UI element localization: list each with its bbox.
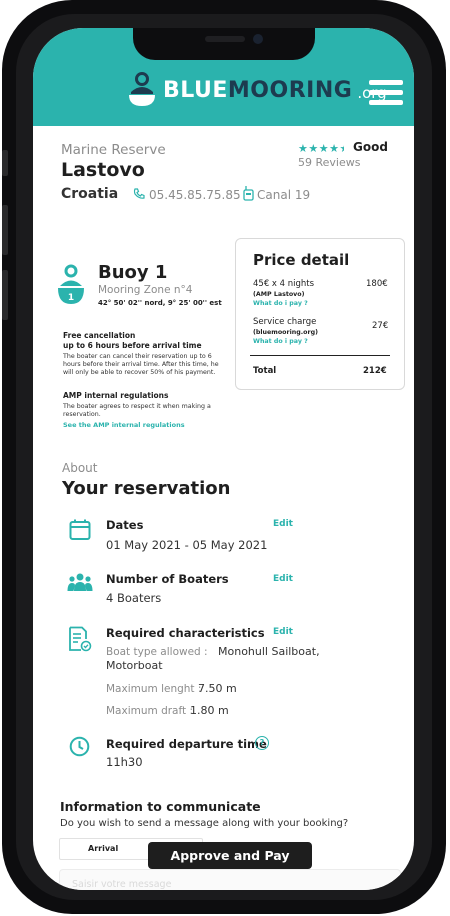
boat-type-label: Boat type allowed : [106, 646, 208, 658]
info-title: Information to communicate [60, 799, 261, 814]
price-line2-help-link[interactable]: What do i pay ? [253, 338, 308, 345]
max-length-value: 7.50 m [198, 682, 237, 695]
price-detail-card: Price detail 45€ x 4 nights (AMP Lastovo… [235, 238, 405, 390]
buoy-logo-icon [129, 72, 155, 106]
rating-stars: ★★★★★ [298, 142, 344, 155]
approve-and-pay-button[interactable]: Approve and Pay [148, 842, 312, 869]
price-line1-help-link[interactable]: What do i pay ? [253, 300, 308, 307]
buoy-coordinates: 42° 50' 02'' nord, 9° 25' 00'' est [98, 299, 222, 307]
reserve-category: Marine Reserve [61, 142, 166, 158]
cancellation-title-1: Free cancellation [63, 331, 136, 340]
canal-info: Canal 19 [243, 186, 310, 202]
volume-up-button [2, 205, 8, 255]
logo-wordmark: BLUEMOORING [163, 77, 353, 103]
departure-help-icon[interactable]: ? [255, 736, 269, 750]
group-icon [67, 573, 93, 591]
phone-link[interactable]: 05.45.85.75.85 [133, 188, 241, 202]
dates-label: Dates [106, 518, 144, 532]
characteristics-label: Required characteristics [106, 626, 265, 640]
notch [133, 28, 315, 60]
amp-text-2: reservation. [63, 411, 101, 418]
price-title: Price detail [253, 251, 350, 269]
speaker [205, 36, 245, 42]
buoy-number: 1 [68, 293, 74, 303]
buoy-title: Buoy 1 [98, 262, 168, 283]
dates-value: 01 May 2021 - 05 May 2021 [106, 538, 268, 552]
price-divider [250, 355, 390, 356]
max-draft-value: 1.80 m [190, 704, 229, 717]
mute-switch [2, 150, 8, 176]
amp-title: AMP internal regulations [63, 391, 169, 400]
price-line1-sub: (AMP Lastovo) [253, 291, 305, 298]
boat-type-value-2: Motorboat [106, 659, 163, 672]
screen: BLUEMOORING .org Marine Reserve Lastovo … [33, 28, 414, 890]
departure-value: 11h30 [106, 755, 143, 769]
mooring-zone: Mooring Zone n°4 [98, 284, 193, 296]
boat-type-value-1: Monohull Sailboat, [218, 645, 320, 658]
message-placeholder: Saisir votre message [72, 879, 172, 890]
total-amount: 212€ [363, 366, 387, 376]
boaters-label: Number of Boaters [106, 572, 229, 586]
arrival-select-label: Arrival [88, 844, 119, 853]
volume-down-button [2, 270, 8, 320]
boaters-value: 4 Boaters [106, 591, 162, 605]
cancellation-text-1: The boater can cancel their reservation … [63, 353, 212, 360]
cancellation-text-3: will only be able to recover 50% of his … [63, 369, 216, 376]
departure-label: Required departure time [106, 737, 267, 751]
price-line2-sub: (bluemooring.org) [253, 329, 318, 336]
price-line1-label: 45€ x 4 nights [253, 279, 315, 289]
reservation-title: Your reservation [62, 478, 231, 499]
reserve-country: Croatia [61, 186, 119, 202]
reserve-name: Lastovo [61, 159, 145, 181]
about-label: About [62, 461, 98, 475]
max-draft-label: Maximum draft : [106, 705, 193, 717]
edit-characteristics-link[interactable]: Edit [273, 627, 293, 637]
calendar-icon [69, 519, 91, 540]
edit-dates-link[interactable]: Edit [273, 519, 293, 529]
radio-icon [243, 186, 254, 201]
cancellation-text-2: hours before their arrival time. After t… [63, 361, 219, 368]
document-check-icon [69, 626, 92, 652]
phone-icon [133, 188, 145, 199]
buoy-icon: 1 [58, 264, 84, 304]
edit-boaters-link[interactable]: Edit [273, 574, 293, 584]
reviews-count[interactable]: 59 Reviews [298, 156, 360, 169]
rating-label: Good [353, 140, 388, 154]
price-line2-label: Service charge [253, 317, 317, 327]
amp-regulations-link[interactable]: See the AMP internal regulations [63, 421, 185, 429]
total-label: Total [253, 366, 277, 376]
hamburger-menu-icon[interactable] [369, 80, 403, 106]
camera [253, 34, 263, 44]
cancellation-title-2: up to 6 hours before arrival time [63, 341, 202, 350]
info-question: Do you wish to send a message along with… [60, 818, 349, 829]
clock-icon [69, 736, 90, 757]
price-line2-amount: 27€ [372, 321, 389, 331]
max-length-label: Maximum lenght : [106, 683, 202, 695]
message-textarea[interactable]: Saisir votre message [59, 869, 401, 890]
logo[interactable]: BLUEMOORING .org [125, 70, 387, 110]
price-line1-amount: 180€ [366, 279, 388, 289]
amp-text-1: The boater agrees to respect it when mak… [63, 403, 211, 410]
